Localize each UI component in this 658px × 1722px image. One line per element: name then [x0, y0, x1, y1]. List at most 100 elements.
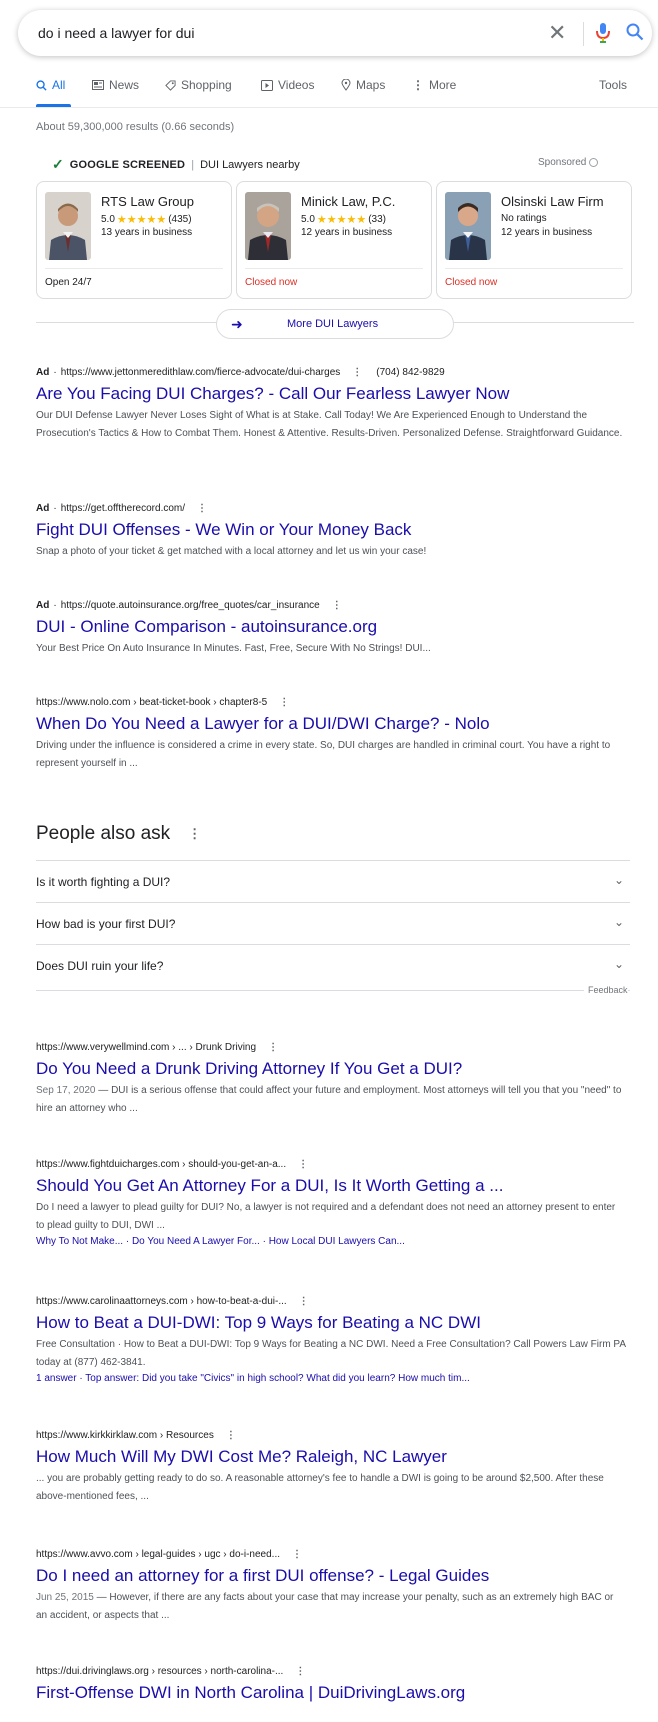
tab-label: All [52, 78, 66, 92]
tab-all[interactable]: All [36, 78, 65, 92]
question-text: How bad is your first DUI? [36, 917, 176, 931]
top-answer-link[interactable]: 1 answer · Top answer: Did you take "Civ… [36, 1372, 626, 1386]
tab-label: Videos [278, 78, 315, 92]
local-services-subtitle: DUI Lawyers nearby [200, 158, 300, 171]
lawyer-name: RTS Law Group [101, 194, 194, 209]
feedback-link[interactable]: Feedback [584, 985, 628, 995]
tab-label: Tools [599, 78, 628, 92]
result-snippet: Do I need a lawyer to plead guilty for D… [36, 1202, 616, 1231]
video-icon [261, 79, 273, 91]
sponsored-label[interactable]: Sponsored [538, 157, 599, 168]
result-url[interactable]: https://www.avvo.com › legal-guides › ug… [36, 1549, 626, 1560]
sitelinks[interactable]: Why To Not Make... · Do You Need A Lawye… [36, 1235, 626, 1249]
ad-label: Ad [36, 600, 50, 611]
result-title[interactable]: Do You Need a Drunk Driving Attorney If … [36, 1059, 626, 1079]
separator-dot: · [53, 503, 57, 514]
result-title[interactable]: First-Offense DWI in North Carolina | Du… [36, 1683, 626, 1703]
checkmark-icon: ✓ [52, 156, 64, 172]
separator-dot: · [53, 367, 57, 378]
chevron-down-icon: ⌄ [613, 873, 624, 887]
paa-title: People also ask [36, 823, 171, 844]
tab-label: Maps [356, 78, 386, 92]
rating-value: No ratings [501, 213, 547, 224]
result-url[interactable]: https://www.carolinaattorneys.com › how-… [36, 1296, 626, 1307]
result-url[interactable]: Ad · https://quote.autoinsurance.org/fre… [36, 600, 626, 611]
result-title[interactable]: Are You Facing DUI Charges? - Call Our F… [36, 384, 626, 404]
clear-icon[interactable]: ✕ [548, 20, 566, 46]
tools-button[interactable]: Tools [599, 78, 627, 92]
result-title[interactable]: How Much Will My DWI Cost Me? Raleigh, N… [36, 1447, 626, 1467]
result-date: Sep 17, 2020 [36, 1085, 96, 1096]
review-count: (435) [168, 214, 192, 225]
active-tab-indicator [36, 104, 71, 107]
map-pin-icon [341, 79, 351, 91]
more-options-icon[interactable]: ⋮ [295, 1666, 305, 1677]
tab-videos[interactable]: Videos [261, 78, 314, 92]
paa-question[interactable]: Is it worth fighting a DUI? ⌄ [36, 860, 630, 902]
search-input[interactable]: do i need a lawyer for dui [38, 25, 194, 41]
paa-question[interactable]: How bad is your first DUI? ⌄ [36, 902, 630, 944]
more-options-icon[interactable]: ⋮ [299, 1296, 309, 1307]
url-text: https://www.avvo.com › legal-guides › ug… [36, 1549, 280, 1560]
more-options-icon[interactable]: ⋮ [279, 697, 289, 708]
result-title[interactable]: Do I need an attorney for a first DUI of… [36, 1566, 626, 1586]
lawyer-card[interactable]: RTS Law Group 5.0 ★★★★★ (435) 13 years i… [36, 181, 232, 299]
tab-news[interactable]: News [92, 78, 139, 92]
search-icon [36, 79, 47, 91]
more-options-icon[interactable]: ⋮ [268, 1042, 278, 1053]
question-text: Does DUI ruin your life? [36, 959, 164, 973]
result-snippet: Your Best Price On Auto Insurance In Min… [36, 643, 431, 654]
result-url[interactable]: https://www.fightduicharges.com › should… [36, 1159, 626, 1170]
local-services-header: ✓ GOOGLE SCREENED | DUI Lawyers nearby [52, 156, 300, 173]
more-options-icon[interactable]: ⋮ [188, 826, 201, 842]
result-snippet: Our DUI Defense Lawyer Never Loses Sight… [36, 410, 623, 439]
lawyer-name: Minick Law, P.C. [301, 194, 396, 209]
snippet-text: DUI is a serious offense that could affe… [36, 1085, 622, 1114]
more-lawyers-button[interactable]: ➜ More DUI Lawyers [216, 309, 454, 339]
lawyer-card[interactable]: Minick Law, P.C. 5.0 ★★★★★ (33) 12 years… [236, 181, 432, 299]
url-text: https://www.jettonmeredithlaw.com/fierce… [60, 367, 341, 378]
result-url[interactable]: Ad · https://get.offtherecord.com/ ⋮ [36, 503, 626, 514]
chevron-down-icon: ⌄ [613, 915, 624, 929]
result-title[interactable]: Fight DUI Offenses - We Win or Your Mone… [36, 520, 626, 540]
news-icon [92, 80, 104, 90]
result-url[interactable]: Ad · https://www.jettonmeredithlaw.com/f… [36, 367, 626, 378]
lawyer-card[interactable]: Olsinski Law Firm No ratings 12 years in… [436, 181, 632, 299]
microphone-icon[interactable] [596, 22, 610, 49]
result-stats: About 59,300,000 results (0.66 seconds) [36, 121, 235, 133]
more-options-icon[interactable]: ⋮ [197, 503, 207, 514]
tab-shopping[interactable]: Shopping [165, 78, 232, 92]
lawyer-photo [45, 192, 91, 260]
more-options-icon[interactable]: ⋮ [352, 367, 362, 378]
result-url[interactable]: https://www.verywellmind.com › ... › Dru… [36, 1042, 626, 1053]
url-text: https://quote.autoinsurance.org/free_quo… [60, 600, 320, 611]
search-box[interactable]: do i need a lawyer for dui ✕ [18, 10, 652, 56]
result-snippet: Snap a photo of your ticket & get matche… [36, 546, 427, 557]
more-options-icon[interactable]: ⋮ [298, 1159, 308, 1170]
paa-question[interactable]: Does DUI ruin your life? ⌄ [36, 944, 630, 986]
result-url[interactable]: https://www.nolo.com › beat-ticket-book … [36, 697, 626, 708]
result-title[interactable]: Should You Get An Attorney For a DUI, Is… [36, 1176, 626, 1196]
result-title[interactable]: DUI - Online Comparison - autoinsurance.… [36, 617, 626, 637]
phone-number[interactable]: (704) 842-9829 [376, 367, 444, 378]
search-result: https://www.kirkkirklaw.com › Resources … [36, 1430, 626, 1506]
result-title[interactable]: When Do You Need a Lawyer for a DUI/DWI … [36, 714, 626, 734]
rating: 5.0 ★★★★★ (435) [101, 213, 192, 226]
more-options-icon[interactable]: ⋮ [332, 600, 342, 611]
divider [445, 268, 623, 269]
result-title[interactable]: How to Beat a DUI-DWI: Top 9 Ways for Be… [36, 1313, 626, 1333]
search-result: https://www.nolo.com › beat-ticket-book … [36, 697, 626, 773]
tab-more[interactable]: ⋮ More [412, 78, 456, 92]
divider [45, 268, 223, 269]
tab-label: News [109, 78, 140, 92]
ad-result: Ad · https://get.offtherecord.com/ ⋮ Fig… [36, 503, 626, 561]
more-options-icon[interactable]: ⋮ [292, 1549, 302, 1560]
more-options-icon[interactable]: ⋮ [226, 1430, 236, 1441]
sponsored-text: Sponsored [538, 157, 587, 168]
hours-status: Closed now [245, 277, 298, 288]
result-url[interactable]: https://www.kirkkirklaw.com › Resources … [36, 1430, 626, 1441]
tab-maps[interactable]: Maps [341, 78, 385, 92]
search-icon[interactable] [626, 23, 644, 46]
result-url[interactable]: https://dui.drivinglaws.org › resources … [36, 1666, 626, 1677]
ad-result: Ad · https://www.jettonmeredithlaw.com/f… [36, 367, 626, 443]
